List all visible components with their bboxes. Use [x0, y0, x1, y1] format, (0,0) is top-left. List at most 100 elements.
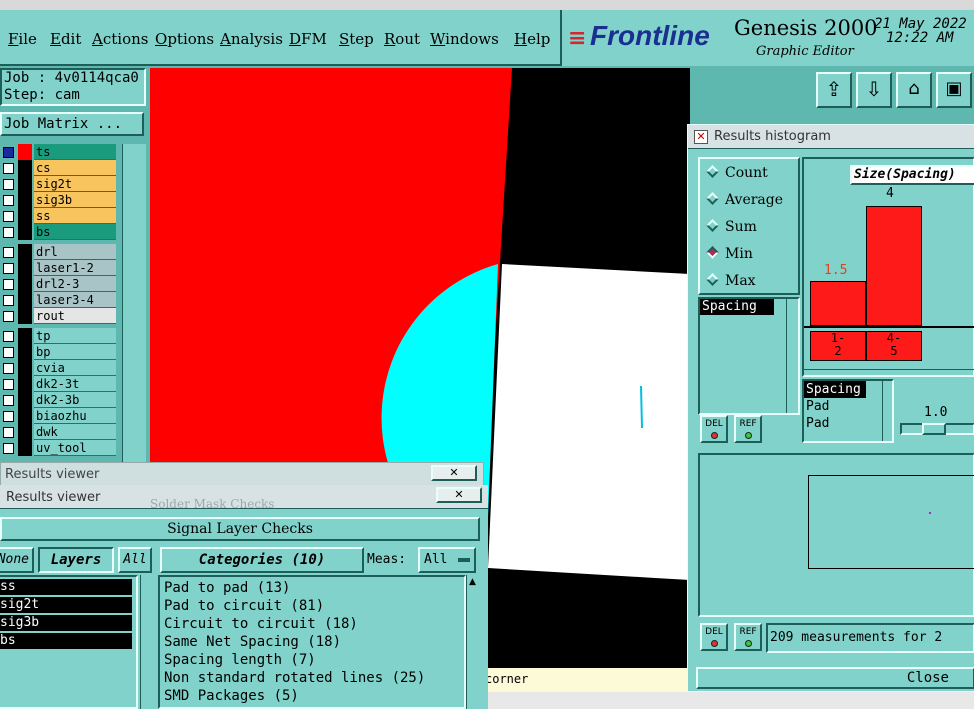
mode-average[interactable]: Average	[706, 192, 783, 208]
menu-edit[interactable]: Edit	[50, 30, 81, 48]
layer-checkbox[interactable]	[3, 279, 14, 290]
layer-name[interactable]: biaozhu	[34, 408, 116, 424]
menu-windows[interactable]: Windows	[430, 30, 499, 48]
sub-list-scrollbar[interactable]	[882, 381, 892, 441]
layer-name[interactable]: bp	[34, 344, 116, 360]
layer-color-swatch[interactable]	[18, 192, 32, 208]
category-item[interactable]: Pad to pad (13)	[160, 579, 464, 597]
category-list[interactable]: Pad to pad (13) Pad to circuit (81) Circ…	[158, 575, 466, 709]
layer-color-swatch[interactable]	[18, 392, 32, 408]
layer-color-swatch[interactable]	[18, 360, 32, 376]
mode-min[interactable]: Min	[706, 246, 753, 262]
sub-list-item-pad[interactable]: Pad	[804, 398, 892, 415]
layer-name[interactable]: ss	[34, 208, 116, 224]
layer-row-bp[interactable]: bp	[0, 344, 118, 360]
close-button[interactable]: Close	[696, 667, 974, 689]
scale-slider[interactable]: 1.0	[896, 379, 974, 443]
layer-checkbox[interactable]	[3, 211, 14, 222]
layer-color-swatch[interactable]	[18, 376, 32, 392]
menu-dfm[interactable]: DFM	[289, 30, 327, 48]
layer-row-rout[interactable]: rout	[0, 308, 118, 324]
layer-name[interactable]: drl	[34, 244, 116, 260]
layer-row-laser1-2[interactable]: laser1-2	[0, 260, 118, 276]
layer-row-cvia[interactable]: cvia	[0, 360, 118, 376]
sub-list-item-pad[interactable]: Pad	[804, 415, 892, 432]
sub-list[interactable]: Spacing Pad Pad	[802, 379, 894, 443]
result-type-list[interactable]: Spacing	[698, 297, 800, 415]
rv-layer-item[interactable]: sig2t	[0, 597, 132, 613]
layer-name[interactable]: sig2t	[34, 176, 116, 192]
category-item[interactable]: Circuit to circuit (18)	[160, 615, 464, 633]
layer-name[interactable]: dk2-3b	[34, 392, 116, 408]
layer-checkbox[interactable]	[3, 411, 14, 422]
close-icon[interactable]: ✕	[431, 465, 477, 481]
layer-row-drl2-3[interactable]: drl2-3	[0, 276, 118, 292]
layer-name[interactable]: dwk	[34, 424, 116, 440]
bar-1[interactable]	[810, 281, 866, 326]
menu-rout[interactable]: Rout	[384, 30, 420, 48]
layer-name[interactable]: rout	[34, 308, 116, 324]
layer-name[interactable]: uv_tool	[34, 440, 116, 456]
layer-row-ss[interactable]: ss	[0, 208, 118, 224]
layer-color-swatch[interactable]	[18, 224, 32, 240]
layer-color-swatch[interactable]	[18, 176, 32, 192]
list-scrollbar[interactable]	[786, 299, 798, 413]
sub-list-item-spacing[interactable]: Spacing	[804, 381, 866, 398]
layer-name[interactable]: cs	[34, 160, 116, 176]
menu-options[interactable]: Options	[155, 30, 214, 48]
layer-name[interactable]: laser1-2	[34, 260, 116, 276]
menu-actions[interactable]: Actions	[92, 30, 148, 48]
layer-checkbox[interactable]	[3, 227, 14, 238]
rv-layer-list[interactable]: ss sig2t sig3b bs	[0, 575, 138, 709]
layer-row-biaozhu[interactable]: biaozhu	[0, 408, 118, 424]
category-scrollbar[interactable]: ▲	[466, 575, 482, 709]
bar-2[interactable]	[866, 206, 922, 326]
scroll-up-icon[interactable]: ▲	[469, 577, 476, 587]
ref-button[interactable]: REF	[734, 415, 762, 443]
layer-checkbox[interactable]	[3, 347, 14, 358]
rv-layer-item[interactable]: ss	[0, 579, 132, 595]
save-icon[interactable]: ⇩	[856, 72, 892, 108]
layer-color-swatch[interactable]	[18, 144, 32, 160]
layer-name[interactable]: tp	[34, 328, 116, 344]
none-button[interactable]: None	[0, 547, 34, 573]
rv-layer-item[interactable]: sig3b	[0, 615, 132, 631]
layer-color-swatch[interactable]	[18, 424, 32, 440]
layer-row-cs[interactable]: cs	[0, 160, 118, 176]
layer-name[interactable]: bs	[34, 224, 116, 240]
category-item[interactable]: Spacing length (7)	[160, 651, 464, 669]
menu-help[interactable]: Help	[514, 30, 550, 48]
layer-checkbox[interactable]	[3, 363, 14, 374]
layer-color-swatch[interactable]	[18, 344, 32, 360]
job-matrix-button[interactable]: Job Matrix ...	[0, 112, 144, 136]
layer-scrollbar[interactable]	[122, 144, 146, 466]
category-item[interactable]: SMD Packages (5)	[160, 687, 464, 705]
layer-row-uv_tool[interactable]: uv_tool	[0, 440, 118, 456]
layer-color-swatch[interactable]	[18, 260, 32, 276]
close-icon[interactable]: ✕	[436, 487, 482, 503]
all-button[interactable]: All	[118, 547, 152, 573]
layer-color-swatch[interactable]	[18, 408, 32, 424]
layer-color-swatch[interactable]	[18, 328, 32, 344]
rv-layer-scrollbar[interactable]	[140, 575, 156, 709]
layer-checkbox[interactable]	[3, 163, 14, 174]
layer-color-swatch[interactable]	[18, 276, 32, 292]
category-item[interactable]: Same Net Spacing (18)	[160, 633, 464, 651]
del-button[interactable]: DEL	[700, 415, 728, 443]
layer-checkbox[interactable]	[3, 195, 14, 206]
layer-color-swatch[interactable]	[18, 160, 32, 176]
layer-color-swatch[interactable]	[18, 308, 32, 324]
layer-row-drl[interactable]: drl	[0, 244, 118, 260]
window-icon[interactable]: ▣	[936, 72, 972, 108]
list-item-spacing[interactable]: Spacing	[700, 299, 774, 315]
home-icon[interactable]: ⌂	[896, 72, 932, 108]
layer-checkbox[interactable]	[3, 443, 14, 454]
layer-row-dk2-3b[interactable]: dk2-3b	[0, 392, 118, 408]
mode-max[interactable]: Max	[706, 273, 756, 289]
layer-row-dk2-3t[interactable]: dk2-3t	[0, 376, 118, 392]
del-button-2[interactable]: DEL	[700, 623, 728, 651]
layer-name[interactable]: drl2-3	[34, 276, 116, 292]
layer-row-bs[interactable]: bs	[0, 224, 118, 240]
layer-checkbox[interactable]	[3, 147, 14, 158]
layer-name[interactable]: cvia	[34, 360, 116, 376]
